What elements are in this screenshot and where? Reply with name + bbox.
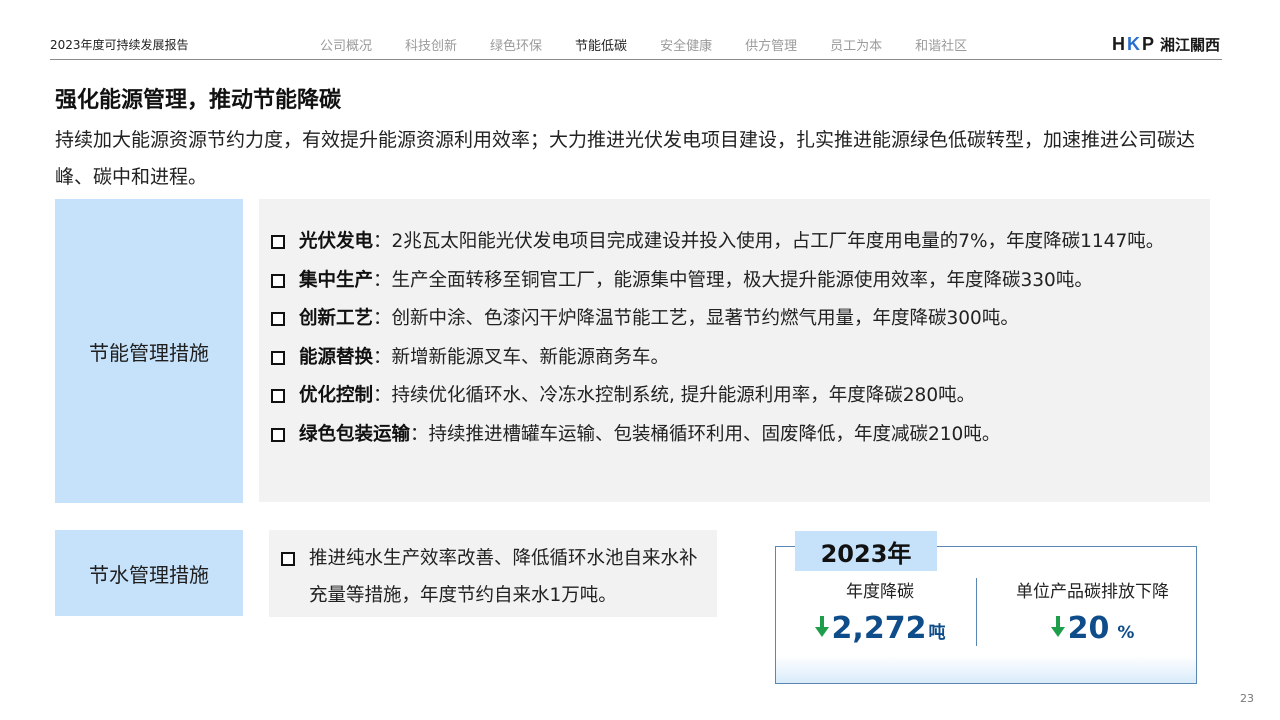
square-bullet-icon	[271, 273, 285, 288]
water-measures-label: 节水管理措施	[55, 530, 243, 616]
measure-text: ：创新中涂、色漆闪干炉降温节能工艺，显著节约燃气用量，年度降碳300吨。	[373, 308, 1019, 329]
measure-item: 绿色包装运输：持续推进槽罐车运输、包装桶循环利用、固废降低，年度减碳210吨。	[271, 416, 1200, 455]
measure-text: ：持续推进槽罐车运输、包装桶循环利用、固废降低，年度减碳210吨。	[410, 423, 1001, 445]
measure-text: ：新增新能源叉车、新能源商务车。	[373, 346, 670, 368]
water-measures-panel: 推进纯水生产效率改善、降低循环水池自来水补充量等措施，年度节约自来水1万吨。	[269, 530, 717, 617]
measure-name: 绿色包装运输	[299, 423, 411, 445]
measure-text: ：2兆瓦太阳能光伏发电项目完成建设并投入使用，占工厂年度用电量的7%，年度降碳1…	[373, 231, 1165, 252]
nav-item-safety-health[interactable]: 安全健康	[660, 35, 712, 54]
report-title: 2023年度可持续发展报告	[50, 38, 189, 52]
nav-item-tech-innovation[interactable]: 科技创新	[405, 35, 457, 54]
measure-text: ：持续优化循环水、冷冻水控制系统, 提升能源利用率，年度降碳280吨。	[373, 385, 976, 406]
logo-text: 湘江關西	[1159, 36, 1220, 54]
measure-text: 推进纯水生产效率改善、降低循环水池自来水补充量等措施，年度节约自来水1万吨。	[309, 548, 698, 606]
nav-item-green-environment[interactable]: 绿色环保	[490, 35, 542, 54]
company-logo: HKP 湘江關西	[1112, 34, 1220, 55]
measure-name: 光伏发电	[299, 231, 374, 252]
nav-item-community[interactable]: 和谐社区	[915, 35, 967, 54]
stats-divider	[976, 578, 977, 646]
nav-item-energy-saving[interactable]: 节能低碳	[575, 35, 627, 54]
measure-item: 优化控制：持续优化循环水、冷冻水控制系统, 提升能源利用率，年度降碳280吨。	[271, 377, 1200, 416]
measure-item: 创新工艺：创新中涂、色漆闪干炉降温节能工艺，显著节约燃气用量，年度降碳300吨。	[271, 300, 1200, 339]
square-bullet-icon	[271, 389, 285, 403]
measure-item: 推进纯水生产效率改善、降低循环水池自来水补充量等措施，年度节约自来水1万吨。	[281, 540, 711, 614]
nav-item-supplier-management[interactable]: 供方管理	[745, 35, 797, 54]
energy-measures-panel: 光伏发电：2兆瓦太阳能光伏发电项目完成建设并投入使用，占工厂年度用电量的7%，年…	[259, 199, 1210, 502]
stat-unit: 吨	[928, 623, 946, 643]
square-bullet-icon	[281, 552, 295, 566]
measure-item: 集中生产：生产全面转移至铜官工厂，能源集中管理，极大提升能源使用效率，年度降碳3…	[271, 262, 1200, 301]
section-intro: 持续加大能源资源节约力度，有效提升能源资源利用效率；大力推进光伏发电项目建设，扎…	[55, 129, 1196, 188]
logo-mark: HKP	[1111, 34, 1156, 54]
measure-name: 能源替换	[299, 346, 374, 368]
stat-annual-carbon-reduction: 年度降碳 2,272 吨	[790, 578, 970, 646]
section-title: 强化能源管理，推动节能降碳	[55, 88, 342, 113]
arrow-down-icon	[814, 616, 829, 638]
measure-name: 集中生产	[299, 269, 374, 291]
stat-value: 2,272 吨	[790, 612, 970, 646]
stat-unit: %	[1117, 623, 1135, 643]
measure-item: 能源替换：新增新能源叉车、新能源商务车。	[271, 339, 1200, 378]
square-bullet-icon	[271, 312, 285, 326]
measure-item: 光伏发电：2兆瓦太阳能光伏发电项目完成建设并投入使用，占工厂年度用电量的7%，年…	[271, 223, 1200, 262]
measure-name: 创新工艺	[299, 308, 374, 329]
top-nav: 公司概况 科技创新 绿色环保 节能低碳 安全健康 供方管理 员工为本 和谐社区	[320, 35, 1000, 54]
square-bullet-icon	[271, 350, 285, 365]
year-tag: 2023年	[795, 531, 937, 571]
nav-item-employees[interactable]: 员工为本	[830, 35, 882, 54]
page-header: 2023年度可持续发展报告 公司概况 科技创新 绿色环保 节能低碳 安全健康 供…	[50, 30, 1222, 60]
stat-label: 单位产品碳排放下降	[1016, 582, 1169, 602]
stat-unit-product-emission-drop: 单位产品碳排放下降 20 %	[990, 578, 1195, 646]
page-number: 23	[1240, 692, 1254, 705]
square-bullet-icon	[271, 235, 285, 249]
energy-measures-label: 节能管理措施	[55, 199, 243, 503]
measure-name: 优化控制	[299, 385, 374, 406]
stat-value: 20 %	[990, 612, 1195, 646]
measure-text: ：生产全面转移至铜官工厂，能源集中管理，极大提升能源使用效率，年度降碳330吨。	[373, 269, 1093, 291]
square-bullet-icon	[271, 427, 285, 442]
nav-item-company-overview[interactable]: 公司概况	[320, 35, 372, 54]
stat-label: 年度降碳	[846, 582, 914, 602]
arrow-down-icon	[1050, 616, 1065, 638]
stat-number: 2,272	[831, 611, 927, 646]
stat-number: 20	[1067, 611, 1110, 646]
